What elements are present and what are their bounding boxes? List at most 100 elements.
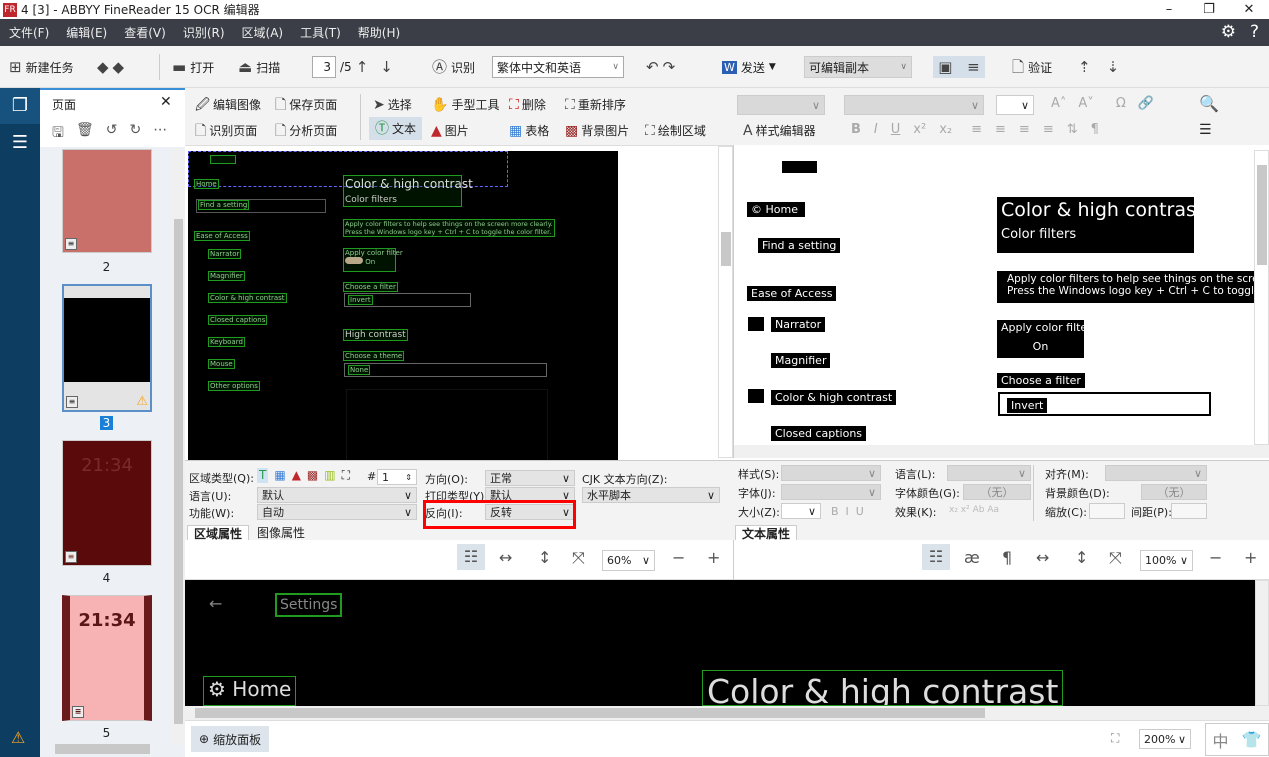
close-button[interactable]: ✕ <box>1229 0 1269 19</box>
ligature-icon[interactable]: æ <box>964 548 980 567</box>
select-tool[interactable]: ➤ 选择 <box>373 96 412 113</box>
text-desc-block[interactable]: Apply color filters to help see things o… <box>997 271 1257 303</box>
undo-icon[interactable]: ↶ <box>646 59 659 75</box>
hand-tool[interactable]: ✋ 手型工具 <box>431 96 499 113</box>
bg-type-icon[interactable]: ▩ <box>307 468 318 483</box>
prev-error-icon[interactable]: ⇡ <box>1078 59 1091 75</box>
font-size-select[interactable]: ∨ <box>996 95 1034 115</box>
pilcrow-icon[interactable]: ¶ <box>1002 548 1012 567</box>
image-find[interactable]: Find a setting <box>198 200 250 210</box>
image-choose-theme[interactable]: Choose a theme <box>343 351 405 361</box>
zoom-panel[interactable]: ← Settings ⚙ Home Color & high contrast <box>185 580 1269 706</box>
zoom-panel-select[interactable]: 200% ∨ <box>1139 729 1191 749</box>
scan-button[interactable]: ⏏ 扫描 <box>238 56 280 78</box>
arrow-up-icon[interactable]: ↑ <box>356 59 369 75</box>
table-area-tool[interactable]: ▦ 表格 <box>509 122 549 139</box>
menu-file[interactable]: 文件(F) <box>0 24 57 41</box>
image-high-contrast[interactable]: High contrast <box>343 329 408 341</box>
zoom-settings-region[interactable]: Settings <box>275 593 343 617</box>
bg-picture-tool[interactable]: ▩ 背景图片 <box>565 122 629 139</box>
tab-area-properties[interactable]: 区域属性 <box>187 525 250 541</box>
list-view-icon[interactable]: ☷ <box>457 544 485 570</box>
text-find[interactable]: Find a setting <box>758 238 841 253</box>
image-nav-item[interactable]: Color & high contrast <box>208 293 287 303</box>
save-page-button[interactable]: 🗋 保存页面 <box>275 96 337 113</box>
style-select[interactable]: ∨ <box>737 95 825 115</box>
text-vscrollbar[interactable] <box>1254 150 1269 445</box>
font-select[interactable]: ∨ <box>844 95 984 115</box>
text-format-icons[interactable]: BIU <box>831 505 871 518</box>
gear-icon[interactable]: ⚙ <box>1221 22 1236 42</box>
pages-scrollbar[interactable] <box>172 149 185 745</box>
restore-button[interactable]: ❐ <box>1189 0 1229 19</box>
language-select[interactable]: 繁体中文和英语 ∨ <box>492 56 624 78</box>
rotate-left-icon[interactable]: ↺ <box>106 122 118 146</box>
menu-area[interactable]: 区域(A) <box>233 24 292 41</box>
zoom-out-icon[interactable]: − <box>1209 548 1222 567</box>
image-home[interactable]: Home <box>194 179 219 189</box>
analyze-page-button[interactable]: 🗋 分析页面 <box>275 122 337 139</box>
region-language-select[interactable]: 默认 ∨ <box>257 487 417 503</box>
font-grow-icon[interactable]: A˄ <box>1051 96 1066 111</box>
table-type-icon[interactable]: ▦ <box>274 468 285 483</box>
new-task-button[interactable]: ⊞ 新建任务 <box>9 56 74 78</box>
thumbnail-page-4[interactable]: 21:34 ≡ <box>62 440 152 566</box>
arrow-down-icon[interactable]: ↓ <box>380 59 393 75</box>
underline-icon[interactable]: U <box>891 122 901 137</box>
page-image[interactable]: Home Find a setting Ease of Access Narra… <box>188 151 618 461</box>
function-select[interactable]: 自动 ∨ <box>257 504 417 520</box>
more-icon[interactable]: ⋯ <box>153 122 167 146</box>
text-size-select[interactable]: ∨ <box>781 503 821 519</box>
image-nav-item[interactable]: Magnifier <box>208 271 245 281</box>
thumbnail-page-2[interactable]: ≡ <box>62 149 152 253</box>
fit-width-icon[interactable]: ↔ <box>499 548 512 567</box>
omega-icon[interactable]: Ω <box>1116 96 1126 111</box>
text-area-tool[interactable]: Ⓣ 文本 <box>369 117 423 140</box>
delete-tool[interactable]: ⛶ 删除 <box>509 96 546 113</box>
bold-icon[interactable]: B <box>851 122 861 137</box>
save-icon[interactable]: 🖫 <box>52 122 64 146</box>
text-ease[interactable]: Ease of Access <box>747 286 837 301</box>
text-style-select[interactable]: ∨ <box>781 465 881 481</box>
trash-icon[interactable]: 🗑 <box>76 122 94 146</box>
help-icon[interactable]: ? <box>1250 22 1259 42</box>
text-language-select[interactable]: ∨ <box>947 465 1031 481</box>
text-font-select[interactable]: ∨ <box>781 484 881 500</box>
layers-add-icon[interactable]: ◆ <box>97 59 109 75</box>
picture-type-icon[interactable]: ▲ <box>292 468 301 483</box>
align-right-icon[interactable]: ≡ <box>1019 122 1030 137</box>
rotate-right-icon[interactable]: ↻ <box>129 122 141 146</box>
menu-recognize[interactable]: 识别(R) <box>174 24 233 41</box>
image-desc-region[interactable]: Apply color filters to help see things o… <box>343 219 555 237</box>
text-captions[interactable]: Closed captions <box>771 426 867 441</box>
panel-settings-icon[interactable]: ☰ <box>1199 122 1212 138</box>
menu-edit[interactable]: 编辑(E) <box>57 24 115 41</box>
menu-view[interactable]: 查看(V) <box>115 24 174 41</box>
list-icon[interactable]: ☰ <box>0 132 40 153</box>
recognize-button[interactable]: Ⓐ 识别 <box>432 56 475 78</box>
zoom-hscrollbar[interactable] <box>185 706 1269 720</box>
image-nav-item[interactable]: Keyboard <box>208 337 245 347</box>
tab-text-properties[interactable]: 文本属性 <box>735 525 798 541</box>
menu-tools[interactable]: 工具(T) <box>291 24 349 41</box>
page-number-input[interactable]: 3 <box>312 56 336 78</box>
verify-button[interactable]: 🗋 验证 <box>1012 56 1052 78</box>
justify-icon[interactable]: ≡ <box>1043 122 1054 137</box>
text-type-icon[interactable]: T <box>257 468 269 483</box>
selected-region[interactable] <box>210 155 236 164</box>
style-editor-button[interactable]: A 样式编辑器 <box>743 122 816 139</box>
text-zoom-select[interactable]: 100% ∨ <box>1140 550 1193 571</box>
picture-area-tool[interactable]: ▲ 图片 <box>431 122 469 139</box>
edit-image-button[interactable]: 🖉 编辑图像 <box>195 96 261 113</box>
text-home[interactable]: © Home <box>747 202 805 217</box>
barcode-type-icon[interactable]: ▥ <box>324 468 335 483</box>
text-heading-block[interactable]: Color & high contrast Color filters <box>997 197 1194 253</box>
fit-height-icon[interactable]: ↕ <box>1075 548 1088 567</box>
orientation-select[interactable]: 正常 ∨ <box>485 470 575 486</box>
recognize-page-button[interactable]: 🗋 识别页面 <box>195 122 257 139</box>
align-left-icon[interactable]: ≡ <box>971 122 982 137</box>
send-target-select[interactable]: 可编辑副本 ∨ <box>804 56 912 78</box>
ime-indicator[interactable]: 中 <box>1213 728 1229 752</box>
fit-height-icon[interactable]: ↕ <box>538 548 551 567</box>
zoom-home-region[interactable]: ⚙ Home <box>203 676 297 706</box>
